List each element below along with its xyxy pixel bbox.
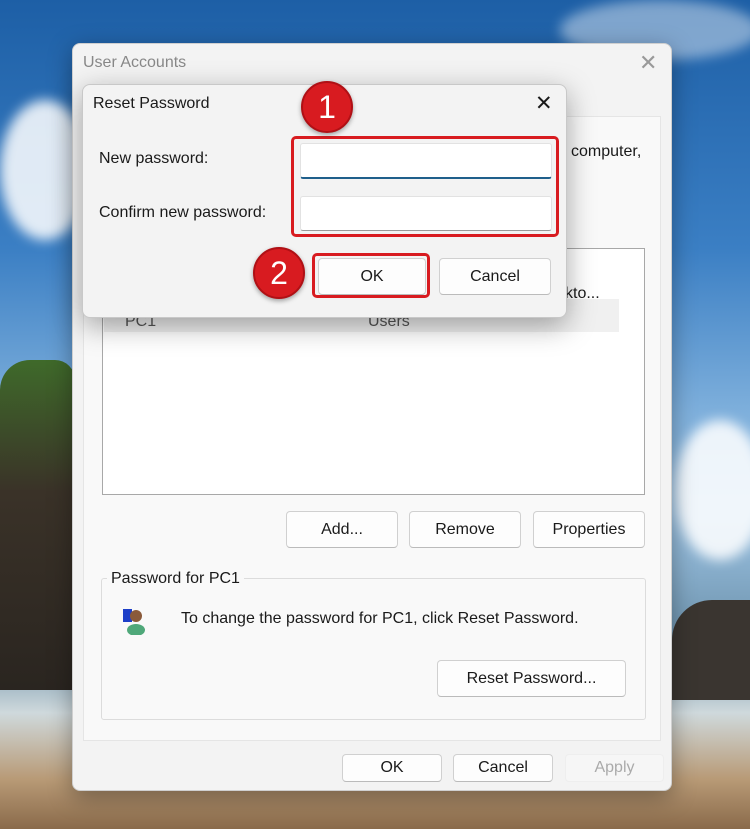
highlight-ok-button: [312, 253, 430, 298]
info-text: To change the password for PC1, click Re…: [181, 610, 579, 627]
dialog-cancel-label: Cancel: [470, 267, 520, 285]
highlight-password-fields: [291, 136, 559, 237]
footer-cancel-label: Cancel: [478, 759, 528, 776]
dialog-close-icon[interactable]: ✕: [535, 91, 553, 116]
footer-ok-label: OK: [380, 759, 404, 776]
step-1-number: 1: [318, 88, 336, 125]
rock-left: [0, 360, 75, 690]
footer-ok-button[interactable]: OK: [342, 754, 442, 782]
remove-label: Remove: [435, 520, 495, 538]
footer-apply-label: Apply: [594, 759, 635, 776]
add-label: Add...: [321, 520, 363, 538]
password-group-box: [101, 578, 646, 720]
close-icon[interactable]: ✕: [639, 50, 657, 76]
add-button[interactable]: Add...: [286, 511, 398, 548]
new-password-label: New password:: [99, 150, 209, 167]
rock-right: [672, 600, 750, 700]
reset-password-label: Reset Password...: [466, 669, 597, 687]
step-2-number: 2: [270, 254, 288, 291]
dialog-cancel-button[interactable]: Cancel: [439, 258, 551, 295]
reset-password-button[interactable]: Reset Password...: [437, 660, 626, 697]
description-text: computer,: [571, 143, 642, 160]
properties-button[interactable]: Properties: [533, 511, 645, 548]
cloud: [675, 420, 750, 560]
list-extra: kto...: [565, 285, 600, 302]
confirm-password-label: Confirm new password:: [99, 204, 267, 221]
dialog-title: Reset Password: [93, 95, 210, 112]
user-key-icon: [121, 607, 147, 636]
group-label: Password for PC1: [107, 570, 244, 588]
properties-label: Properties: [552, 520, 626, 538]
step-2-badge: 2: [253, 247, 305, 299]
window-title: User Accounts: [83, 54, 187, 71]
step-1-badge: 1: [301, 81, 353, 133]
footer-apply-button[interactable]: Apply: [565, 754, 664, 782]
remove-button[interactable]: Remove: [409, 511, 521, 548]
footer-cancel-button[interactable]: Cancel: [453, 754, 553, 782]
